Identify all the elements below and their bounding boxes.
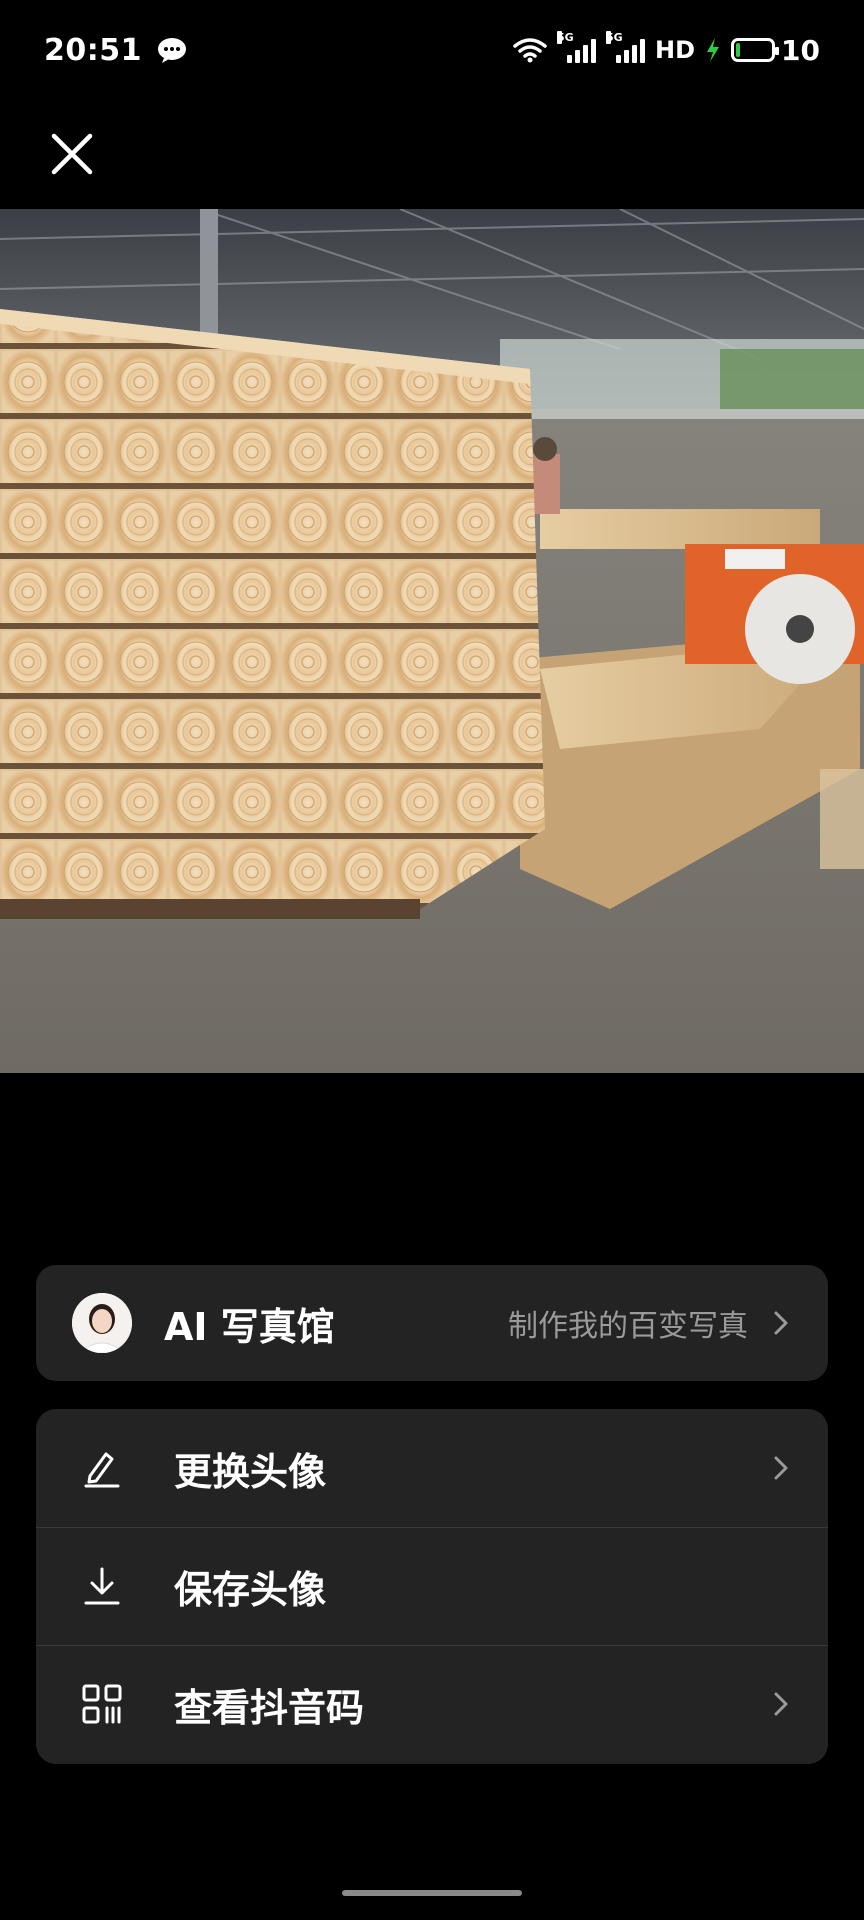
ai-card-title: AI 写真馆 xyxy=(164,1304,335,1349)
ai-portrait-studio-card[interactable]: AI 写真馆 制作我的百变写真 xyxy=(36,1265,828,1381)
charging-bolt-icon xyxy=(707,38,720,62)
chevron-right-icon xyxy=(774,1456,788,1480)
home-indicator[interactable] xyxy=(342,1890,522,1896)
change-avatar-label: 更换头像 xyxy=(174,1449,327,1494)
status-icons: 5G 5G HD 10 xyxy=(513,31,820,67)
close-icon[interactable] xyxy=(46,128,98,180)
battery-percent: 10 xyxy=(781,33,820,67)
edit-pencil-icon xyxy=(84,1452,120,1488)
signal-icon-1: 5G xyxy=(557,31,597,63)
change-avatar-item[interactable]: 更换头像 xyxy=(36,1409,828,1527)
battery-icon xyxy=(731,38,780,62)
network-label-2: 5G xyxy=(606,31,623,44)
avatar-preview-screen: 20:51 5G 5G HD 10 AI 写真馆 制作我的百变写真 更换头像 保… xyxy=(0,0,864,1920)
avatar-portrait-icon xyxy=(72,1293,132,1353)
lumber-stack-photo xyxy=(0,209,864,1073)
save-avatar-item[interactable]: 保存头像 xyxy=(36,1527,828,1645)
battery-indicator: 10 xyxy=(731,34,820,67)
signal-icon-2: 5G xyxy=(606,31,646,63)
avatar-photo xyxy=(0,209,864,1073)
download-icon xyxy=(84,1567,120,1605)
save-avatar-label: 保存头像 xyxy=(174,1567,327,1612)
view-douyin-code-label: 查看抖音码 xyxy=(174,1685,365,1730)
chat-bubble-icon xyxy=(158,38,186,63)
battery-fill xyxy=(736,43,741,57)
chevron-right-icon xyxy=(774,1692,788,1716)
hd-label: HD xyxy=(655,36,696,64)
wifi-icon xyxy=(513,38,547,63)
status-time: 20:51 xyxy=(44,32,142,68)
network-label-1: 5G xyxy=(557,31,574,44)
qr-code-icon xyxy=(82,1684,122,1724)
ai-card-subtitle: 制作我的百变写真 xyxy=(508,1309,748,1344)
avatar-actions-menu: 更换头像 保存头像 查看抖音码 xyxy=(36,1409,828,1764)
status-bar: 20:51 5G 5G HD 10 xyxy=(0,0,864,100)
view-douyin-code-item[interactable]: 查看抖音码 xyxy=(36,1645,828,1763)
chevron-right-icon xyxy=(774,1311,788,1335)
